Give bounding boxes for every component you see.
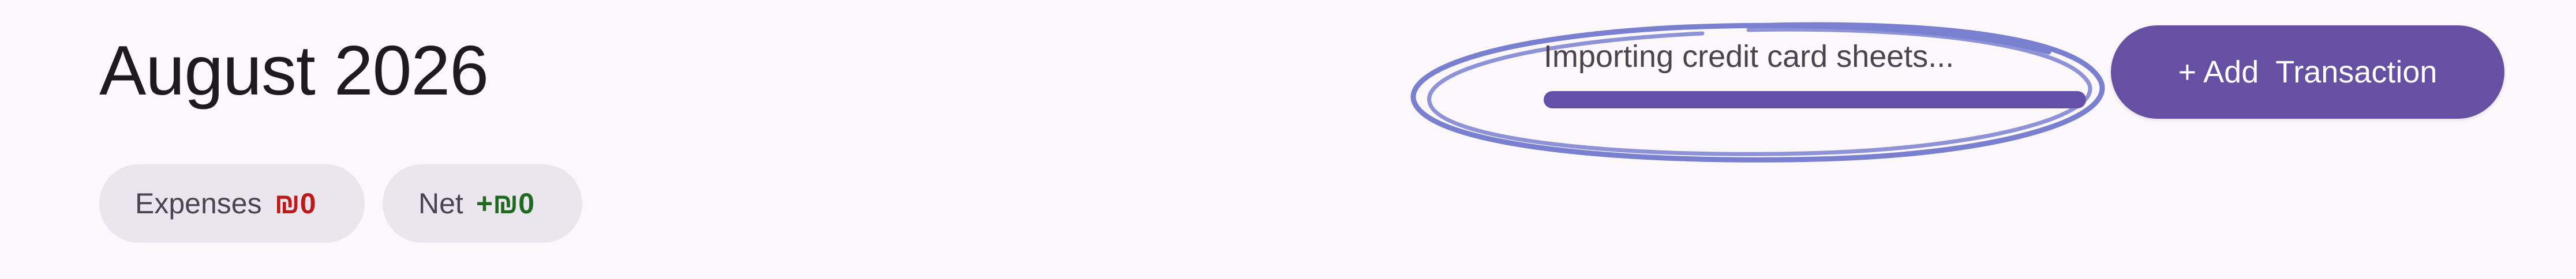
import-progress-bar: [1544, 91, 2086, 108]
import-status-text: Importing credit card sheets...: [1544, 39, 1955, 74]
net-summary-chip[interactable]: Net +₪0: [383, 164, 582, 243]
net-label: Net: [418, 187, 463, 220]
import-progress-fill: [1544, 91, 2086, 108]
expenses-label: Expenses: [135, 187, 262, 220]
expenses-value: ₪0: [274, 187, 316, 220]
import-status: Importing credit card sheets...: [1402, 17, 2112, 173]
expenses-summary-chip[interactable]: Expenses ₪0: [99, 164, 365, 243]
net-value: +₪0: [475, 187, 535, 220]
page-title: August 2026: [99, 31, 489, 110]
add-transaction-button[interactable]: + Add Transaction: [2111, 25, 2504, 119]
